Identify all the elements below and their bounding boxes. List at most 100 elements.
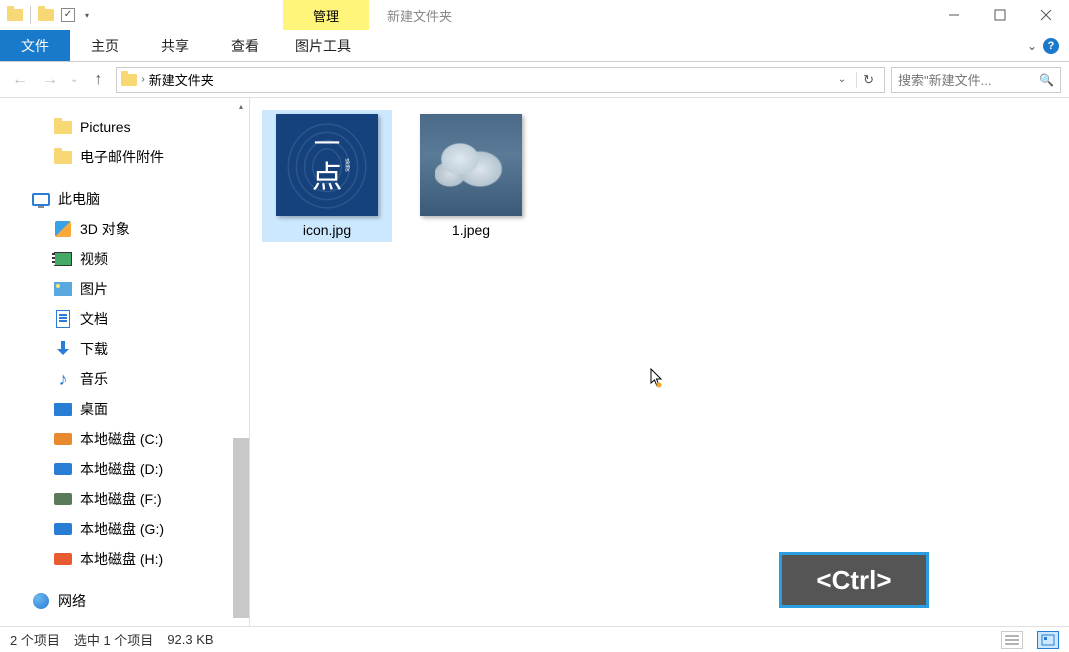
window-title: 新建文件夹 xyxy=(387,6,452,25)
scrollbar[interactable]: ▴ xyxy=(233,98,249,626)
contextual-tab-manage[interactable]: 管理 xyxy=(283,0,369,30)
close-button[interactable] xyxy=(1023,0,1069,30)
nav-item-documents[interactable]: 文档 xyxy=(0,304,249,334)
svg-text:一: 一 xyxy=(314,129,341,159)
thumbnail: 一 点 skills xyxy=(276,114,378,216)
nav-history-dropdown[interactable]: ⌄ xyxy=(68,74,80,85)
search-icon: 🔍 xyxy=(1039,73,1054,87)
video-icon xyxy=(54,252,72,266)
nav-item-thispc[interactable]: 此电脑 xyxy=(0,184,249,214)
nav-item-disk-d[interactable]: 本地磁盘 (D:) xyxy=(0,454,249,484)
disk-icon xyxy=(54,463,72,475)
disk-icon xyxy=(54,553,72,565)
folder-icon[interactable] xyxy=(6,6,24,24)
minimize-button[interactable] xyxy=(931,0,977,30)
tab-file[interactable]: 文件 xyxy=(0,30,70,61)
nav-label: 3D 对象 xyxy=(80,219,130,239)
file-label: 1.jpeg xyxy=(452,222,490,238)
nav-label: 本地磁盘 (C:) xyxy=(80,429,163,449)
qat-dropdown-icon[interactable]: ▾ xyxy=(81,11,93,20)
file-item-1-jpeg[interactable]: 1.jpeg xyxy=(406,110,536,242)
scroll-thumb[interactable] xyxy=(233,438,249,618)
nav-label: 本地磁盘 (D:) xyxy=(80,459,163,479)
nav-item-network[interactable]: 网络 xyxy=(0,586,249,616)
status-selection: 选中 1 个项目 xyxy=(74,630,153,649)
tab-home[interactable]: 主页 xyxy=(70,30,140,61)
document-icon xyxy=(56,310,70,328)
disk-icon xyxy=(54,433,72,445)
disk-icon xyxy=(54,493,72,505)
view-details-button[interactable] xyxy=(1001,631,1023,649)
folder-icon[interactable] xyxy=(37,6,55,24)
maximize-button[interactable] xyxy=(977,0,1023,30)
folder-icon xyxy=(54,151,72,164)
nav-label: 本地磁盘 (H:) xyxy=(80,549,163,569)
network-icon xyxy=(33,593,49,609)
ribbon-tabs: 文件 主页 共享 查看 图片工具 ⌄ ? xyxy=(0,30,1069,62)
nav-up-button[interactable]: ↑ xyxy=(86,68,110,92)
nav-item-pictures[interactable]: Pictures xyxy=(0,112,249,142)
nav-label: 此电脑 xyxy=(58,189,100,209)
nav-forward-button[interactable]: → xyxy=(38,68,62,92)
scroll-up-icon[interactable]: ▴ xyxy=(233,98,249,114)
status-size: 92.3 KB xyxy=(167,632,213,647)
nav-label: 图片 xyxy=(80,279,108,299)
nav-item-disk-g[interactable]: 本地磁盘 (G:) xyxy=(0,514,249,544)
address-dropdown-icon[interactable]: ⌄ xyxy=(832,74,852,85)
nav-label: 视频 xyxy=(80,249,108,269)
divider xyxy=(30,6,31,24)
file-item-icon-jpg[interactable]: 一 点 skills icon.jpg xyxy=(262,110,392,242)
folder-icon xyxy=(121,74,137,86)
nav-label: 本地磁盘 (G:) xyxy=(80,519,164,539)
title-bar: ✓ ▾ 管理 新建文件夹 xyxy=(0,0,1069,30)
svg-text:skills: skills xyxy=(343,158,350,171)
nav-item-disk-c[interactable]: 本地磁盘 (C:) xyxy=(0,424,249,454)
nav-label: 桌面 xyxy=(80,399,108,419)
nav-label: 本地磁盘 (F:) xyxy=(80,489,162,509)
tab-view[interactable]: 查看 xyxy=(210,30,280,61)
nav-item-desktop[interactable]: 桌面 xyxy=(0,394,249,424)
nav-item-disk-h[interactable]: 本地磁盘 (H:) xyxy=(0,544,249,574)
music-icon: ♪ xyxy=(54,370,72,388)
nav-item-3dobjects[interactable]: 3D 对象 xyxy=(0,214,249,244)
status-item-count: 2 个项目 xyxy=(10,630,60,649)
nav-label: Pictures xyxy=(80,119,131,135)
nav-label: 音乐 xyxy=(80,369,108,389)
file-list-pane[interactable]: 一 点 skills icon.jpg 1.jpeg <Ctrl> xyxy=(250,98,1069,626)
download-icon xyxy=(55,341,71,357)
nav-item-music[interactable]: ♪ 音乐 xyxy=(0,364,249,394)
search-placeholder: 搜索"新建文件... xyxy=(898,70,1035,89)
chevron-right-icon[interactable]: › xyxy=(141,74,144,85)
picture-icon xyxy=(54,282,72,296)
view-thumbnails-button[interactable] xyxy=(1037,631,1059,649)
svg-text:点: 点 xyxy=(312,160,343,194)
tab-picture-tools[interactable]: 图片工具 xyxy=(280,30,366,61)
address-bar: ← → ⌄ ↑ › 新建文件夹 ⌄ ↻ 搜索"新建文件... 🔍 xyxy=(0,62,1069,98)
mouse-cursor-icon xyxy=(650,368,664,388)
desktop-icon xyxy=(54,403,72,416)
nav-back-button[interactable]: ← xyxy=(8,68,32,92)
breadcrumb-box[interactable]: › 新建文件夹 ⌄ ↻ xyxy=(116,67,885,93)
ctrl-key-overlay: <Ctrl> xyxy=(779,552,929,608)
window-controls xyxy=(931,0,1069,30)
nav-label: 网络 xyxy=(58,591,86,611)
properties-check-icon[interactable]: ✓ xyxy=(59,6,77,24)
file-label: icon.jpg xyxy=(303,222,351,238)
ribbon-collapse-icon[interactable]: ⌄ xyxy=(1027,39,1037,53)
search-input[interactable]: 搜索"新建文件... 🔍 xyxy=(891,67,1061,93)
navigation-pane[interactable]: Pictures 电子邮件附件 此电脑 3D 对象 视频 图片 文档 下载 ♪ 音… xyxy=(0,98,250,626)
refresh-button[interactable]: ↻ xyxy=(856,72,880,88)
breadcrumb-current[interactable]: 新建文件夹 xyxy=(149,70,214,89)
nav-item-attachments[interactable]: 电子邮件附件 xyxy=(0,142,249,172)
thumbnail xyxy=(420,114,522,216)
nav-label: 下载 xyxy=(80,339,108,359)
status-bar: 2 个项目 选中 1 个项目 92.3 KB xyxy=(0,626,1069,652)
tab-share[interactable]: 共享 xyxy=(140,30,210,61)
nav-item-videos[interactable]: 视频 xyxy=(0,244,249,274)
nav-item-disk-f[interactable]: 本地磁盘 (F:) xyxy=(0,484,249,514)
3d-icon xyxy=(55,221,71,237)
help-button[interactable]: ? xyxy=(1043,38,1059,54)
nav-item-downloads[interactable]: 下载 xyxy=(0,334,249,364)
nav-item-pictures-lib[interactable]: 图片 xyxy=(0,274,249,304)
nav-label: 文档 xyxy=(80,309,108,329)
